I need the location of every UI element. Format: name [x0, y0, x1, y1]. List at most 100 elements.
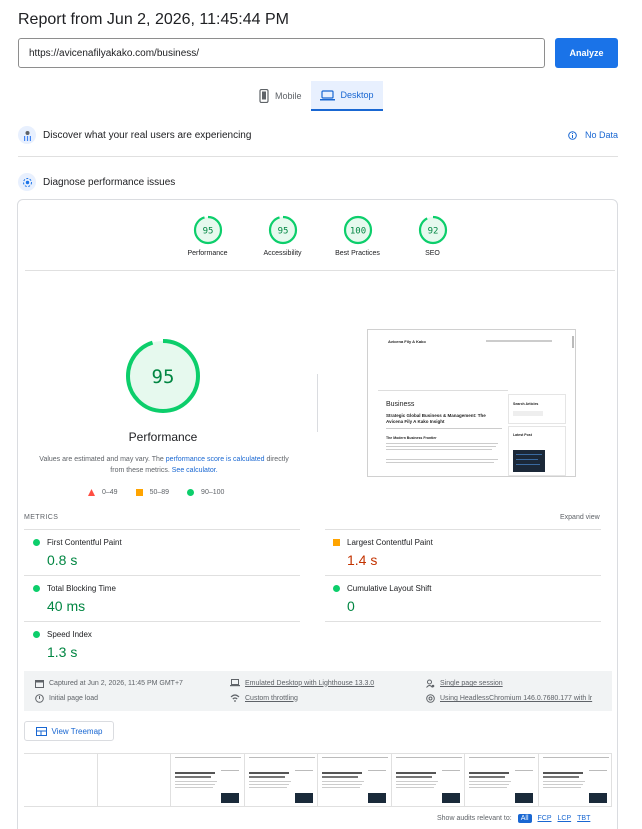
pass-circle-icon [33, 631, 40, 638]
frame-content [294, 793, 313, 803]
no-data-link[interactable]: No Data [568, 130, 618, 140]
divider [18, 156, 618, 157]
preview-line [386, 449, 492, 450]
frame-content [395, 784, 436, 785]
frame-content [175, 781, 217, 782]
network-throttling[interactable]: Custom throttling [230, 694, 298, 702]
wifi-icon [230, 694, 240, 702]
filter-lcp[interactable]: LCP [558, 815, 572, 822]
frame-content [368, 793, 386, 803]
network-throttling-label: Custom throttling [245, 694, 298, 702]
preview-line [386, 446, 496, 447]
legend-fail: 0–49 [88, 489, 118, 496]
expand-view-toggle[interactable]: Expand view [560, 514, 600, 521]
filter-all[interactable]: All [517, 814, 532, 823]
preview-headline: Strategic Global Business & Management: … [386, 413, 486, 424]
preview-line [386, 428, 502, 429]
score-performance[interactable]: 95 Performance [170, 215, 245, 257]
frame-content [322, 757, 388, 758]
tab-mobile-label: Mobile [275, 91, 302, 101]
metric-cls-name: Cumulative Layout Shift [347, 584, 432, 593]
url-input[interactable] [18, 38, 545, 68]
accessibility-gauge: 95 [268, 215, 297, 245]
frame-content [542, 784, 583, 785]
score-accessibility[interactable]: 95 Accessibility [245, 215, 320, 257]
divider [25, 270, 615, 271]
person-icon [426, 679, 435, 688]
metric-si-name: Speed Index [47, 630, 92, 639]
frame-content [469, 772, 509, 774]
category-scores: 95 Performance 95 Accessibility 100 Best… [170, 215, 470, 257]
frame-content [322, 776, 358, 778]
captured-at: Captured at Jun 2, 2026, 11:45 PM GMT+7 [35, 679, 183, 688]
tab-desktop[interactable]: Desktop [310, 81, 383, 111]
filmstrip-frame [465, 754, 539, 806]
preview-rule [378, 390, 508, 391]
field-data-row[interactable]: Discover what your real users are experi… [18, 126, 618, 144]
filmstrip-frame [98, 754, 171, 806]
frame-content [248, 772, 289, 774]
best-practices-score: 100 [349, 227, 365, 237]
note-text: Values are estimated and may vary. The [39, 456, 166, 463]
filter-fcp[interactable]: FCP [538, 815, 552, 822]
frame-content [588, 770, 607, 771]
divider [325, 575, 601, 576]
score-best-practices[interactable]: 100 Best Practices [320, 215, 395, 257]
frame-content [175, 784, 215, 785]
frame-content [221, 793, 239, 803]
field-data-label: Discover what your real users are experi… [43, 129, 252, 141]
frame-content [542, 787, 581, 788]
score-calculated-link[interactable]: performance score is calculated [166, 456, 265, 463]
score-seo[interactable]: 92 SEO [395, 215, 470, 257]
timer-icon [35, 694, 44, 703]
preview-site-name: Avicena Fily A Kako [388, 339, 426, 344]
frame-content [542, 776, 579, 778]
metric-tbt-value: 40 ms [47, 598, 86, 614]
preview-thumbnail [513, 450, 545, 472]
metric-si-value: 1.3 s [47, 644, 78, 660]
legend-average-label: 50–89 [149, 489, 170, 496]
analyze-button[interactable]: Analyze [555, 38, 618, 68]
device-tabs: Mobile Desktop [250, 81, 383, 111]
frame-content [322, 772, 362, 774]
filter-tbt[interactable]: TBT [577, 815, 590, 822]
frame-content [322, 781, 364, 782]
frame-content [248, 787, 287, 788]
pass-circle-icon [333, 585, 340, 592]
preview-section: Business [386, 401, 415, 408]
chrome-icon [426, 694, 435, 703]
see-calculator-link[interactable]: See calculator. [172, 467, 218, 474]
single-page-session[interactable]: Single page session [426, 679, 503, 688]
divider [24, 575, 300, 576]
frame-content [294, 770, 313, 771]
filmstrip [24, 753, 612, 807]
metric-fcp: First Contentful Paint 0.8 s [33, 538, 293, 568]
legend-pass: 90–100 [187, 489, 224, 496]
calendar-icon [35, 680, 44, 688]
circle-icon [187, 489, 195, 496]
preview-subhead: The Modern Business Frontier [386, 436, 437, 440]
preview-sidebar-1: Search Articles [513, 402, 539, 406]
runtime-settings: Captured at Jun 2, 2026, 11:45 PM GMT+7 … [24, 671, 612, 711]
view-treemap-button[interactable]: View Treemap [24, 721, 114, 741]
no-data-label: No Data [584, 130, 618, 140]
emulated-device[interactable]: Emulated Desktop with Lighthouse 13.3.0 [230, 679, 374, 687]
frame-content [248, 781, 291, 782]
frame-content [248, 784, 289, 785]
divider [317, 374, 318, 432]
divider [24, 621, 300, 622]
frame-content [395, 787, 434, 788]
captured-at-label: Captured at Jun 2, 2026, 11:45 PM GMT+7 [49, 680, 183, 687]
browser-version[interactable]: Using HeadlessChromium 146.0.7680.177 wi… [426, 694, 592, 703]
tab-mobile[interactable]: Mobile [250, 81, 311, 111]
preview-line [386, 462, 494, 463]
frame-content [248, 757, 315, 758]
preview-line [386, 459, 498, 460]
legend-average: 50–89 [135, 489, 170, 496]
report-title: Report from Jun 2, 2026, 11:45:44 PM [18, 11, 289, 28]
frame-content [542, 772, 583, 774]
filmstrip-frame [539, 754, 612, 806]
filmstrip-frame [171, 754, 245, 806]
emulated-device-label: Emulated Desktop with Lighthouse 13.3.0 [245, 679, 375, 687]
frame-content [469, 787, 507, 788]
